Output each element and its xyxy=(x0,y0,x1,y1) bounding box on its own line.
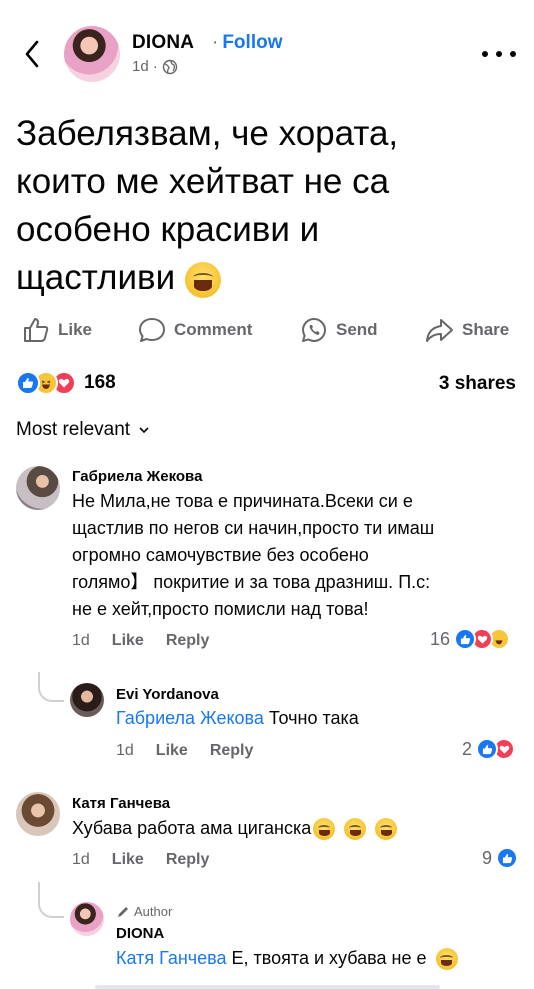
comment-time: 1d xyxy=(116,742,134,759)
comment-reply-button[interactable]: Reply xyxy=(166,851,210,869)
grinning-face-icon xyxy=(435,948,458,971)
whatsapp-icon xyxy=(302,318,326,342)
post-line: които ме хейтват не са xyxy=(16,162,390,201)
comment-reaction-count: 2 xyxy=(462,738,473,759)
grinning-squinting-face-icon xyxy=(313,818,336,841)
grinning-squinting-face-icon xyxy=(375,818,398,841)
comment-line: щастлив по негов си начин,просто ти имаш xyxy=(72,518,435,538)
follow-button[interactable]: · Follow xyxy=(212,32,282,54)
post-line: Забелязвам, че хората, xyxy=(16,114,399,153)
comment-reactions[interactable]: 2 xyxy=(462,738,516,760)
like-label: Like xyxy=(58,320,93,339)
comment-line: Не Мила,не това е причината.Всеки си е xyxy=(72,491,413,511)
comment-label: Comment xyxy=(174,320,253,339)
follow-label: Follow xyxy=(222,32,283,53)
comment-icon xyxy=(139,318,165,342)
reply-thread-line xyxy=(38,672,64,702)
post-time: 1d · xyxy=(132,58,178,75)
share-button[interactable]: Share xyxy=(424,312,509,348)
scroll-indicator xyxy=(95,985,440,989)
mention-link[interactable]: Габриела Жекова xyxy=(116,708,264,728)
share-arrow-icon xyxy=(426,319,453,342)
reply-thread-line xyxy=(38,882,64,918)
like-reaction-icon xyxy=(454,628,477,650)
comment-reaction-count: 9 xyxy=(482,847,493,868)
author-name[interactable]: DIONA xyxy=(132,32,194,54)
sort-label: Most relevant xyxy=(16,419,131,440)
comment-like-button[interactable]: Like xyxy=(112,632,144,650)
back-arrow-icon[interactable] xyxy=(18,36,46,72)
commenter-avatar[interactable] xyxy=(16,792,60,836)
send-button[interactable]: Send xyxy=(300,312,378,348)
comment-meta: 1d Like Reply xyxy=(116,742,253,760)
globe-icon xyxy=(162,59,177,74)
reply-text: Катя Ганчева Е, твоята и хубава не е xyxy=(116,945,458,972)
share-count[interactable]: 3 shares xyxy=(439,373,516,395)
commenter-name[interactable]: Габриела Жекова xyxy=(72,468,202,485)
commenter-name[interactable]: Катя Ганчева xyxy=(72,795,170,812)
author-avatar[interactable] xyxy=(64,26,120,82)
like-reaction-icon xyxy=(496,847,519,869)
like-button[interactable]: Like xyxy=(22,312,92,348)
reaction-summary[interactable]: 168 xyxy=(16,371,116,395)
post-time-text: 1d xyxy=(132,58,149,75)
comment-like-button[interactable]: Like xyxy=(112,851,144,869)
commenter-name[interactable]: DIONA xyxy=(116,925,164,942)
author-badge: Author xyxy=(116,904,172,919)
mention-link[interactable]: Катя Ганчева xyxy=(116,948,227,968)
comment-line: не е хейт,просто помисли над това! xyxy=(72,599,369,619)
like-reaction-icon xyxy=(16,371,40,395)
reaction-count: 168 xyxy=(84,372,116,393)
comment-meta: 1d Like Reply xyxy=(72,632,209,650)
more-options-icon[interactable] xyxy=(482,44,516,64)
chevron-down-icon xyxy=(139,427,149,434)
comment-time: 1d xyxy=(72,632,90,649)
grinning-squinting-face-icon xyxy=(184,261,221,298)
comment-line: огромно самочувствие без особено xyxy=(72,545,369,565)
post-header: DIONA · Follow 1d · xyxy=(0,0,534,100)
separator: · xyxy=(212,32,219,53)
comment-like-button[interactable]: Like xyxy=(156,742,188,760)
share-label: Share xyxy=(462,320,510,339)
comment-reply-button[interactable]: Reply xyxy=(210,742,254,760)
commenter-name[interactable]: Evi Yordanova xyxy=(116,686,219,703)
comment-reactions[interactable]: 16 xyxy=(430,628,511,650)
post-body: Забелязвам, че хората, които ме хейтват … xyxy=(16,110,516,302)
comment-time: 1d xyxy=(72,851,90,868)
commenter-avatar[interactable] xyxy=(70,902,104,936)
comment-button[interactable]: Comment xyxy=(138,312,252,348)
comment-sort-dropdown[interactable]: Most relevant xyxy=(16,419,150,441)
comment-line: голямо】 покритие и за това дразниш. П.с: xyxy=(72,572,431,592)
like-reaction-icon xyxy=(476,738,499,760)
comment-meta: 1d Like Reply xyxy=(72,851,209,869)
pen-icon xyxy=(118,906,128,917)
thumbs-up-icon xyxy=(24,318,49,342)
post-actions: Like Comment Send Share xyxy=(0,312,534,348)
send-label: Send xyxy=(336,320,378,339)
post-line: щастливи xyxy=(16,254,516,302)
comment-reaction-count: 16 xyxy=(430,628,451,649)
grinning-squinting-face-icon xyxy=(344,818,367,841)
commenter-avatar[interactable] xyxy=(70,683,104,717)
comment-reactions[interactable]: 9 xyxy=(482,847,519,869)
reply-text: Габриела Жекова Точно така xyxy=(116,708,359,728)
post-line: особено красиви и xyxy=(16,210,320,249)
comment-text: Хубава работа ама циганска xyxy=(72,815,398,842)
comment-reply-button[interactable]: Reply xyxy=(166,632,210,650)
commenter-avatar[interactable] xyxy=(16,466,60,510)
